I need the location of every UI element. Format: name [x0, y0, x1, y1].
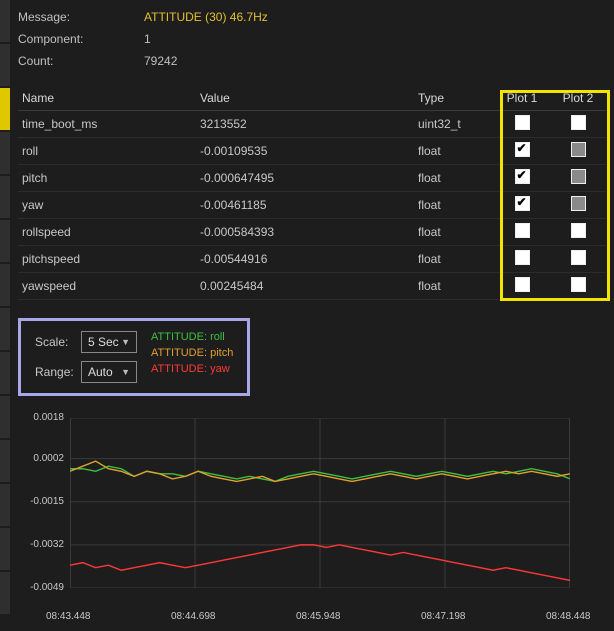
header-message-row: Message: ATTITUDE (30) 46.7Hz — [18, 6, 606, 28]
field-type: float — [414, 273, 494, 300]
col-value[interactable]: Value — [196, 86, 414, 111]
y-tick-label: -0.0032 — [26, 539, 64, 550]
field-name: time_boot_ms — [18, 111, 196, 138]
fields-table: Name Value Type Plot 1 Plot 2 time_boot_… — [18, 86, 606, 300]
side-tab[interactable] — [0, 44, 10, 86]
side-tab[interactable] — [0, 396, 10, 438]
scale-select[interactable]: 5 Sec ▼ — [81, 331, 137, 353]
field-type: float — [414, 219, 494, 246]
plot2-checkbox[interactable] — [571, 277, 586, 292]
table-row: roll-0.00109535float — [18, 138, 606, 165]
field-name: pitchspeed — [18, 246, 196, 273]
side-tab[interactable] — [0, 352, 10, 394]
table-row: pitch-0.000647495float — [18, 165, 606, 192]
plot1-checkbox[interactable] — [515, 196, 530, 211]
field-value: 0.00245484 — [196, 273, 414, 300]
plot2-checkbox[interactable] — [571, 169, 586, 184]
side-tab[interactable] — [0, 220, 10, 262]
col-name[interactable]: Name — [18, 86, 196, 111]
field-type: float — [414, 165, 494, 192]
field-value: -0.00109535 — [196, 138, 414, 165]
y-tick-label: -0.0049 — [26, 582, 64, 593]
col-type[interactable]: Type — [414, 86, 494, 111]
field-type: uint32_t — [414, 111, 494, 138]
side-tab[interactable] — [0, 0, 10, 42]
table-row: rollspeed-0.000584393float — [18, 219, 606, 246]
field-value: -0.00544916 — [196, 246, 414, 273]
side-tab[interactable] — [0, 132, 10, 174]
table-row: pitchspeed-0.00544916float — [18, 246, 606, 273]
range-label: Range: — [35, 365, 81, 379]
plot1-checkbox[interactable] — [515, 250, 530, 265]
plot-controls: Scale: 5 Sec ▼ Range: Auto ▼ ATTITUDE: r… — [18, 318, 250, 396]
plot1-checkbox[interactable] — [515, 223, 530, 238]
component-value: 1 — [144, 28, 151, 50]
plot1-checkbox[interactable] — [515, 277, 530, 292]
plot1-checkbox[interactable] — [515, 115, 530, 130]
range-value: Auto — [88, 365, 113, 379]
plot2-checkbox[interactable] — [571, 196, 586, 211]
scale-value: 5 Sec — [88, 335, 119, 349]
side-tab[interactable] — [0, 528, 10, 570]
table-row: yaw-0.00461185float — [18, 192, 606, 219]
col-plot1[interactable]: Plot 1 — [494, 86, 550, 111]
side-tabs — [0, 0, 10, 616]
legend-roll: ATTITUDE: roll — [151, 331, 233, 343]
component-label: Component: — [18, 28, 144, 50]
side-tab[interactable] — [0, 264, 10, 306]
legend-yaw: ATTITUDE: yaw — [151, 363, 233, 375]
y-tick-label: 0.0002 — [26, 453, 64, 464]
side-tab[interactable] — [0, 88, 10, 130]
field-name: rollspeed — [18, 219, 196, 246]
table-row: yawspeed0.00245484float — [18, 273, 606, 300]
chevron-down-icon: ▼ — [121, 367, 130, 377]
plot-legend: ATTITUDE: roll ATTITUDE: pitch ATTITUDE:… — [151, 331, 233, 375]
y-tick-label: 0.0018 — [26, 412, 64, 423]
message-label: Message: — [18, 6, 144, 28]
field-value: -0.00461185 — [196, 192, 414, 219]
header-count-row: Count: 79242 — [18, 50, 606, 72]
plot-area[interactable]: 0.0018 0.0002 -0.0015 -0.0032 -0.0049 08:43.4… — [18, 412, 606, 622]
plot1-checkbox[interactable] — [515, 169, 530, 184]
field-value: -0.000647495 — [196, 165, 414, 192]
count-label: Count: — [18, 50, 144, 72]
plot2-checkbox[interactable] — [571, 142, 586, 157]
side-tab[interactable] — [0, 440, 10, 482]
side-tab[interactable] — [0, 484, 10, 526]
x-tick-label: 08:48.448 — [546, 611, 591, 622]
side-tab[interactable] — [0, 572, 10, 614]
field-value: -0.000584393 — [196, 219, 414, 246]
count-value: 79242 — [144, 50, 177, 72]
side-tab[interactable] — [0, 176, 10, 218]
side-tab[interactable] — [0, 308, 10, 350]
table-row: time_boot_ms3213552uint32_t — [18, 111, 606, 138]
field-value: 3213552 — [196, 111, 414, 138]
plot2-checkbox[interactable] — [571, 223, 586, 238]
field-name: yaw — [18, 192, 196, 219]
x-tick-label: 08:45.948 — [296, 611, 341, 622]
message-value: ATTITUDE (30) 46.7Hz — [144, 6, 268, 28]
plot2-checkbox[interactable] — [571, 115, 586, 130]
x-tick-label: 08:43.448 — [46, 611, 91, 622]
field-type: float — [414, 192, 494, 219]
col-plot2[interactable]: Plot 2 — [550, 86, 606, 111]
field-name: pitch — [18, 165, 196, 192]
plot-svg — [70, 418, 570, 588]
field-type: float — [414, 138, 494, 165]
plot2-checkbox[interactable] — [571, 250, 586, 265]
x-tick-label: 08:47.198 — [421, 611, 466, 622]
scale-label: Scale: — [35, 335, 81, 349]
x-tick-label: 08:44.698 — [171, 611, 216, 622]
plot1-checkbox[interactable] — [515, 142, 530, 157]
field-type: float — [414, 246, 494, 273]
range-select[interactable]: Auto ▼ — [81, 361, 137, 383]
y-tick-label: -0.0015 — [26, 496, 64, 507]
chevron-down-icon: ▼ — [121, 337, 130, 347]
legend-pitch: ATTITUDE: pitch — [151, 347, 233, 359]
field-name: yawspeed — [18, 273, 196, 300]
field-name: roll — [18, 138, 196, 165]
header-component-row: Component: 1 — [18, 28, 606, 50]
